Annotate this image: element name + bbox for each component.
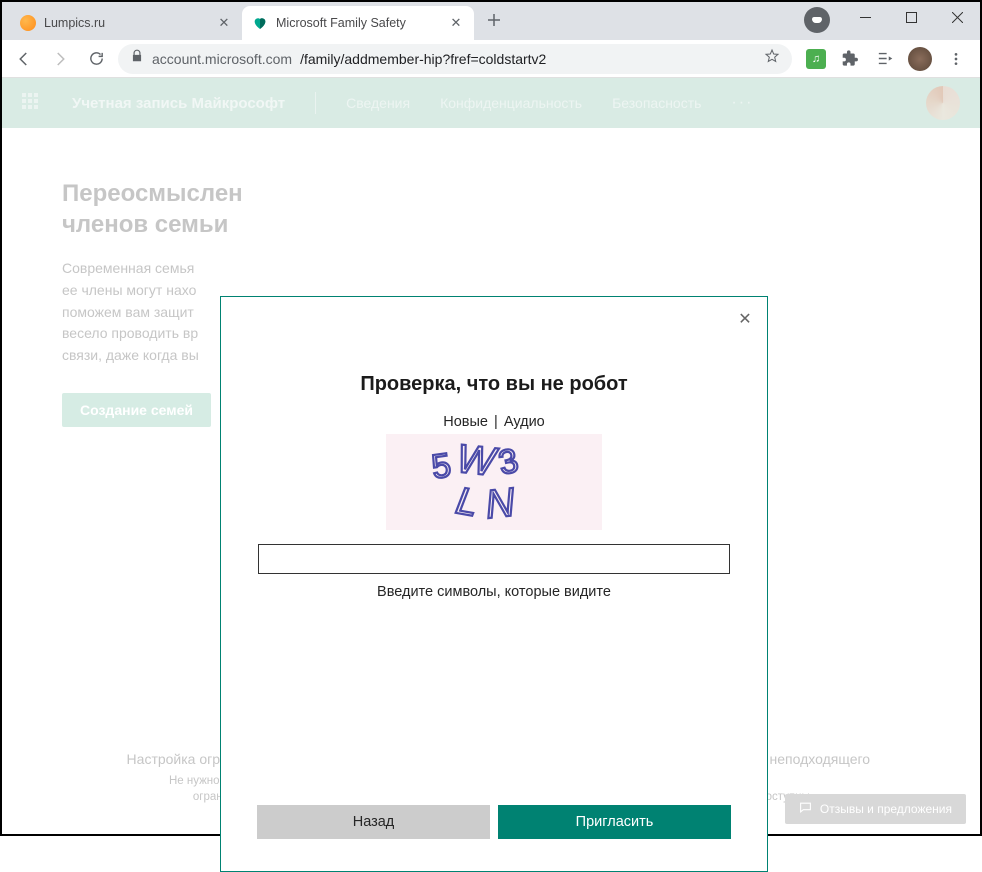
star-icon[interactable] — [764, 48, 780, 69]
extensions-icon[interactable] — [840, 49, 860, 69]
nav-info[interactable]: Сведения — [346, 95, 410, 111]
captcha-input[interactable] — [258, 544, 730, 574]
close-window-button[interactable] — [934, 2, 980, 32]
captcha-new-link[interactable]: Новые — [443, 414, 488, 430]
media-control-icon[interactable] — [874, 49, 894, 69]
browser-tab-family[interactable]: Microsoft Family Safety ✕ — [242, 6, 474, 40]
captcha-dialog: ✕ Проверка, что вы не робот Новые | Ауди… — [220, 296, 768, 872]
music-extension-icon[interactable]: ♫ — [806, 49, 826, 69]
back-button[interactable] — [10, 45, 38, 73]
extension-icons: ♫ — [800, 47, 972, 71]
incognito-icon — [804, 7, 830, 33]
svg-text:3: 3 — [495, 441, 521, 482]
url-path: /family/addmember-hip?fref=coldstartv2 — [300, 51, 546, 67]
svg-text:N: N — [483, 480, 516, 527]
profile-avatar[interactable] — [908, 47, 932, 71]
address-bar[interactable]: account.microsoft.com/family/addmember-h… — [118, 44, 792, 74]
separator — [315, 92, 316, 114]
nav-security[interactable]: Безопасность — [612, 95, 701, 111]
nav-privacy[interactable]: Конфиденциальность — [440, 95, 582, 111]
favicon-family — [252, 15, 268, 31]
svg-text:W: W — [455, 437, 500, 485]
close-icon[interactable]: ✕ — [216, 15, 232, 31]
forward-button — [46, 45, 74, 73]
captcha-options: Новые | Аудио — [443, 414, 544, 430]
window-controls — [842, 2, 980, 32]
svg-text:L: L — [453, 480, 481, 525]
dialog-title: Проверка, что вы не робот — [360, 373, 627, 396]
close-icon[interactable]: ✕ — [448, 15, 464, 31]
app-launcher-icon[interactable] — [22, 93, 42, 113]
menu-icon[interactable] — [946, 49, 966, 69]
url-host: account.microsoft.com — [152, 51, 292, 67]
window-titlebar: Lumpics.ru ✕ Microsoft Family Safety ✕ — [2, 2, 980, 40]
site-header: Учетная запись Майкрософт Сведения Конфи… — [2, 78, 980, 128]
modal-overlay: ✕ Проверка, что вы не робот Новые | Ауди… — [2, 128, 980, 834]
lock-icon — [130, 49, 144, 68]
site-title: Учетная запись Майкрософт — [72, 95, 285, 112]
new-tab-button[interactable] — [480, 6, 508, 34]
dialog-actions: Назад Пригласить — [221, 805, 767, 871]
browser-tab-lumpics[interactable]: Lumpics.ru ✕ — [10, 6, 242, 40]
tab-strip: Lumpics.ru ✕ Microsoft Family Safety ✕ — [10, 6, 508, 40]
dialog-body: Проверка, что вы не робот Новые | Аудио … — [221, 297, 767, 805]
captcha-hint: Введите символы, которые видите — [377, 584, 611, 600]
maximize-button[interactable] — [888, 2, 934, 32]
svg-text:5: 5 — [429, 446, 453, 486]
nav-more-icon[interactable]: ··· — [731, 94, 753, 112]
minimize-button[interactable] — [842, 2, 888, 32]
tab-title: Lumpics.ru — [44, 16, 208, 30]
reload-button[interactable] — [82, 45, 110, 73]
page-content: Переосмыслен членов семьи Современная се… — [2, 128, 980, 834]
captcha-image: 5 W 3 L N — [386, 434, 602, 530]
captcha-audio-link[interactable]: Аудио — [504, 414, 545, 430]
account-avatar[interactable] — [926, 86, 960, 120]
invite-button[interactable]: Пригласить — [498, 805, 731, 839]
close-icon[interactable]: ✕ — [733, 307, 757, 331]
browser-toolbar: account.microsoft.com/family/addmember-h… — [2, 40, 980, 78]
back-button[interactable]: Назад — [257, 805, 490, 839]
tab-title: Microsoft Family Safety — [276, 16, 440, 30]
favicon-lumpics — [20, 15, 36, 31]
